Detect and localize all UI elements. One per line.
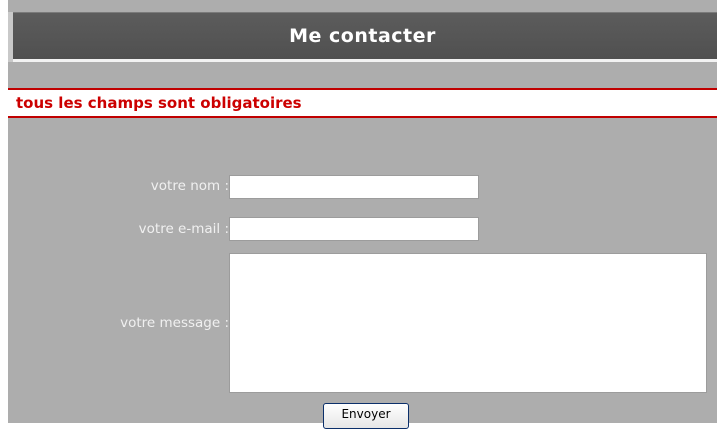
- email-input[interactable]: [229, 217, 479, 241]
- page-title: Me contacter: [289, 25, 436, 47]
- name-input[interactable]: [229, 175, 479, 199]
- required-fields-text: tous les champs sont obligatoires: [16, 94, 302, 112]
- message-textarea[interactable]: [229, 253, 707, 393]
- page-header: Me contacter: [8, 12, 717, 62]
- required-fields-notice: tous les champs sont obligatoires: [8, 88, 717, 118]
- name-label: votre nom :: [150, 178, 229, 194]
- email-label: votre e-mail :: [138, 221, 229, 237]
- message-label: votre message :: [120, 315, 229, 331]
- header-left-edge: [8, 12, 13, 62]
- send-button[interactable]: Envoyer: [323, 403, 409, 429]
